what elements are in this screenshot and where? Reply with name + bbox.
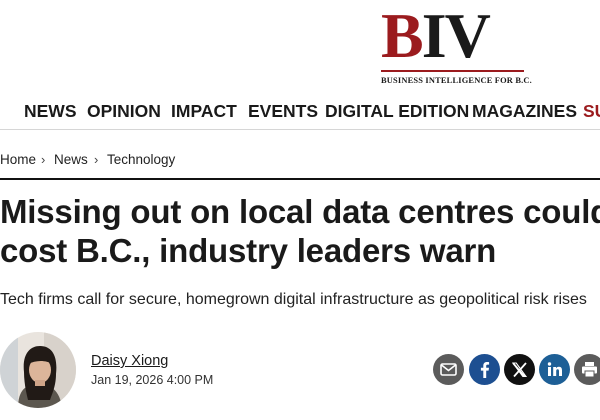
article-headline: Missing out on local data centres could …	[0, 192, 600, 270]
share-print-button[interactable]	[574, 354, 600, 385]
logo-tagline: BUSINESS INTELLIGENCE FOR B.C.	[381, 76, 532, 85]
nav-item-impact[interactable]: IMPACT	[171, 100, 237, 122]
logo-letters-iv: IV	[421, 0, 491, 71]
publish-date: Jan 19, 2026 4:00 PM	[91, 373, 214, 387]
share-x-button[interactable]	[504, 354, 535, 385]
nav-item-subscribe[interactable]: SU	[583, 100, 600, 122]
nav-divider	[0, 129, 600, 130]
chevron-right-icon: ›	[41, 152, 46, 167]
headline-rule	[0, 178, 600, 180]
share-email-button[interactable]	[433, 354, 464, 385]
avatar-photo	[0, 332, 76, 408]
headline-line-1: Missing out on local data centres could	[0, 193, 600, 230]
nav-item-events[interactable]: EVENTS	[248, 100, 318, 122]
biv-logo[interactable]: BIV BUSINESS INTELLIGENCE FOR B.C.	[381, 4, 532, 85]
share-facebook-button[interactable]	[469, 354, 500, 385]
headline-line-2: cost B.C., industry leaders warn	[0, 232, 497, 269]
breadcrumb-technology[interactable]: Technology	[107, 150, 175, 170]
x-icon	[504, 354, 535, 385]
author-name-link[interactable]: Daisy Xiong	[91, 352, 168, 370]
nav-item-digital-edition[interactable]: DIGITAL EDITION	[325, 100, 469, 122]
logo-letter-b: B	[381, 0, 424, 71]
logo-rule	[381, 70, 524, 72]
author-avatar[interactable]	[0, 332, 76, 408]
email-icon	[433, 354, 464, 385]
linkedin-icon	[539, 354, 570, 385]
breadcrumb-home[interactable]: Home	[0, 150, 36, 170]
nav-item-opinion[interactable]: OPINION	[87, 100, 161, 122]
logo-mark: BIV	[381, 4, 491, 68]
nav-item-news[interactable]: NEWS	[24, 100, 77, 122]
main-nav: NEWS OPINION IMPACT EVENTS DIGITAL EDITI…	[0, 96, 600, 128]
facebook-icon	[469, 354, 500, 385]
breadcrumb-news[interactable]: News	[54, 150, 88, 170]
nav-item-magazines[interactable]: MAGAZINES	[472, 100, 577, 122]
share-linkedin-button[interactable]	[539, 354, 570, 385]
chevron-right-icon: ›	[94, 152, 99, 167]
print-icon	[574, 354, 600, 385]
article-subtitle: Tech firms call for secure, homegrown di…	[0, 291, 587, 308]
